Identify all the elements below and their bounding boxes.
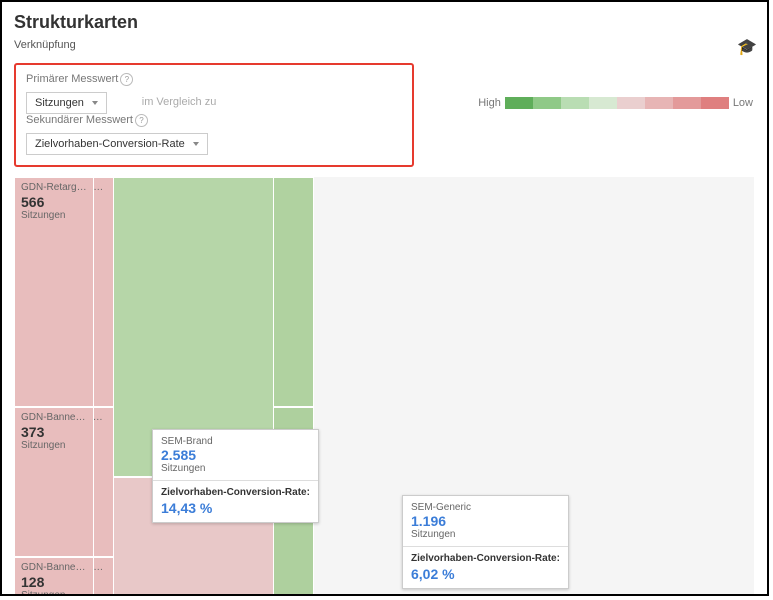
metric-controls: Primärer Messwert? Sitzungen im Vergleic… xyxy=(14,63,414,167)
treemap-cell[interactable]: GDN-Retargeting 566 Sitzungen xyxy=(14,177,94,407)
subtitle: Verknüpfung xyxy=(14,39,76,51)
treemap-cell[interactable]: GDN-Banner- 373 Sitzungen xyxy=(14,407,94,557)
callout-icon xyxy=(103,183,107,192)
help-icon[interactable]: ? xyxy=(135,114,148,127)
chevron-down-icon xyxy=(193,142,199,146)
treemap[interactable]: SEM-Generic 2.754 Sitzungen SEM-Brand 2.… xyxy=(14,177,754,596)
treemap-cell[interactable]: GDN-Banner- 128 Sitzungen xyxy=(14,557,94,596)
callout-icon xyxy=(103,563,107,572)
compare-text: im Vergleich zu xyxy=(142,96,217,108)
primary-metric-label: Primärer Messwert? xyxy=(26,73,133,86)
education-icon[interactable]: 🎓 xyxy=(737,37,757,57)
chevron-down-icon xyxy=(92,101,98,105)
primary-metric-dropdown[interactable]: Sitzungen xyxy=(26,92,107,114)
secondary-metric-dropdown[interactable]: Zielvorhaben-Conversion-Rate xyxy=(26,133,208,155)
secondary-metric-label: Sekundärer Messwert? xyxy=(26,114,208,127)
page-title: Strukturkarten xyxy=(2,2,767,39)
tooltip: SEM-Brand 2.585 Sitzungen Zielvorhaben-C… xyxy=(152,429,319,523)
tooltip: SEM-Generic 1.196 Sitzungen Zielvorhaben… xyxy=(402,495,569,589)
color-legend: High Low xyxy=(478,97,753,109)
subtitle-bar: Verknüpfung 🎓 xyxy=(2,39,767,59)
help-icon[interactable]: ? xyxy=(120,73,133,86)
